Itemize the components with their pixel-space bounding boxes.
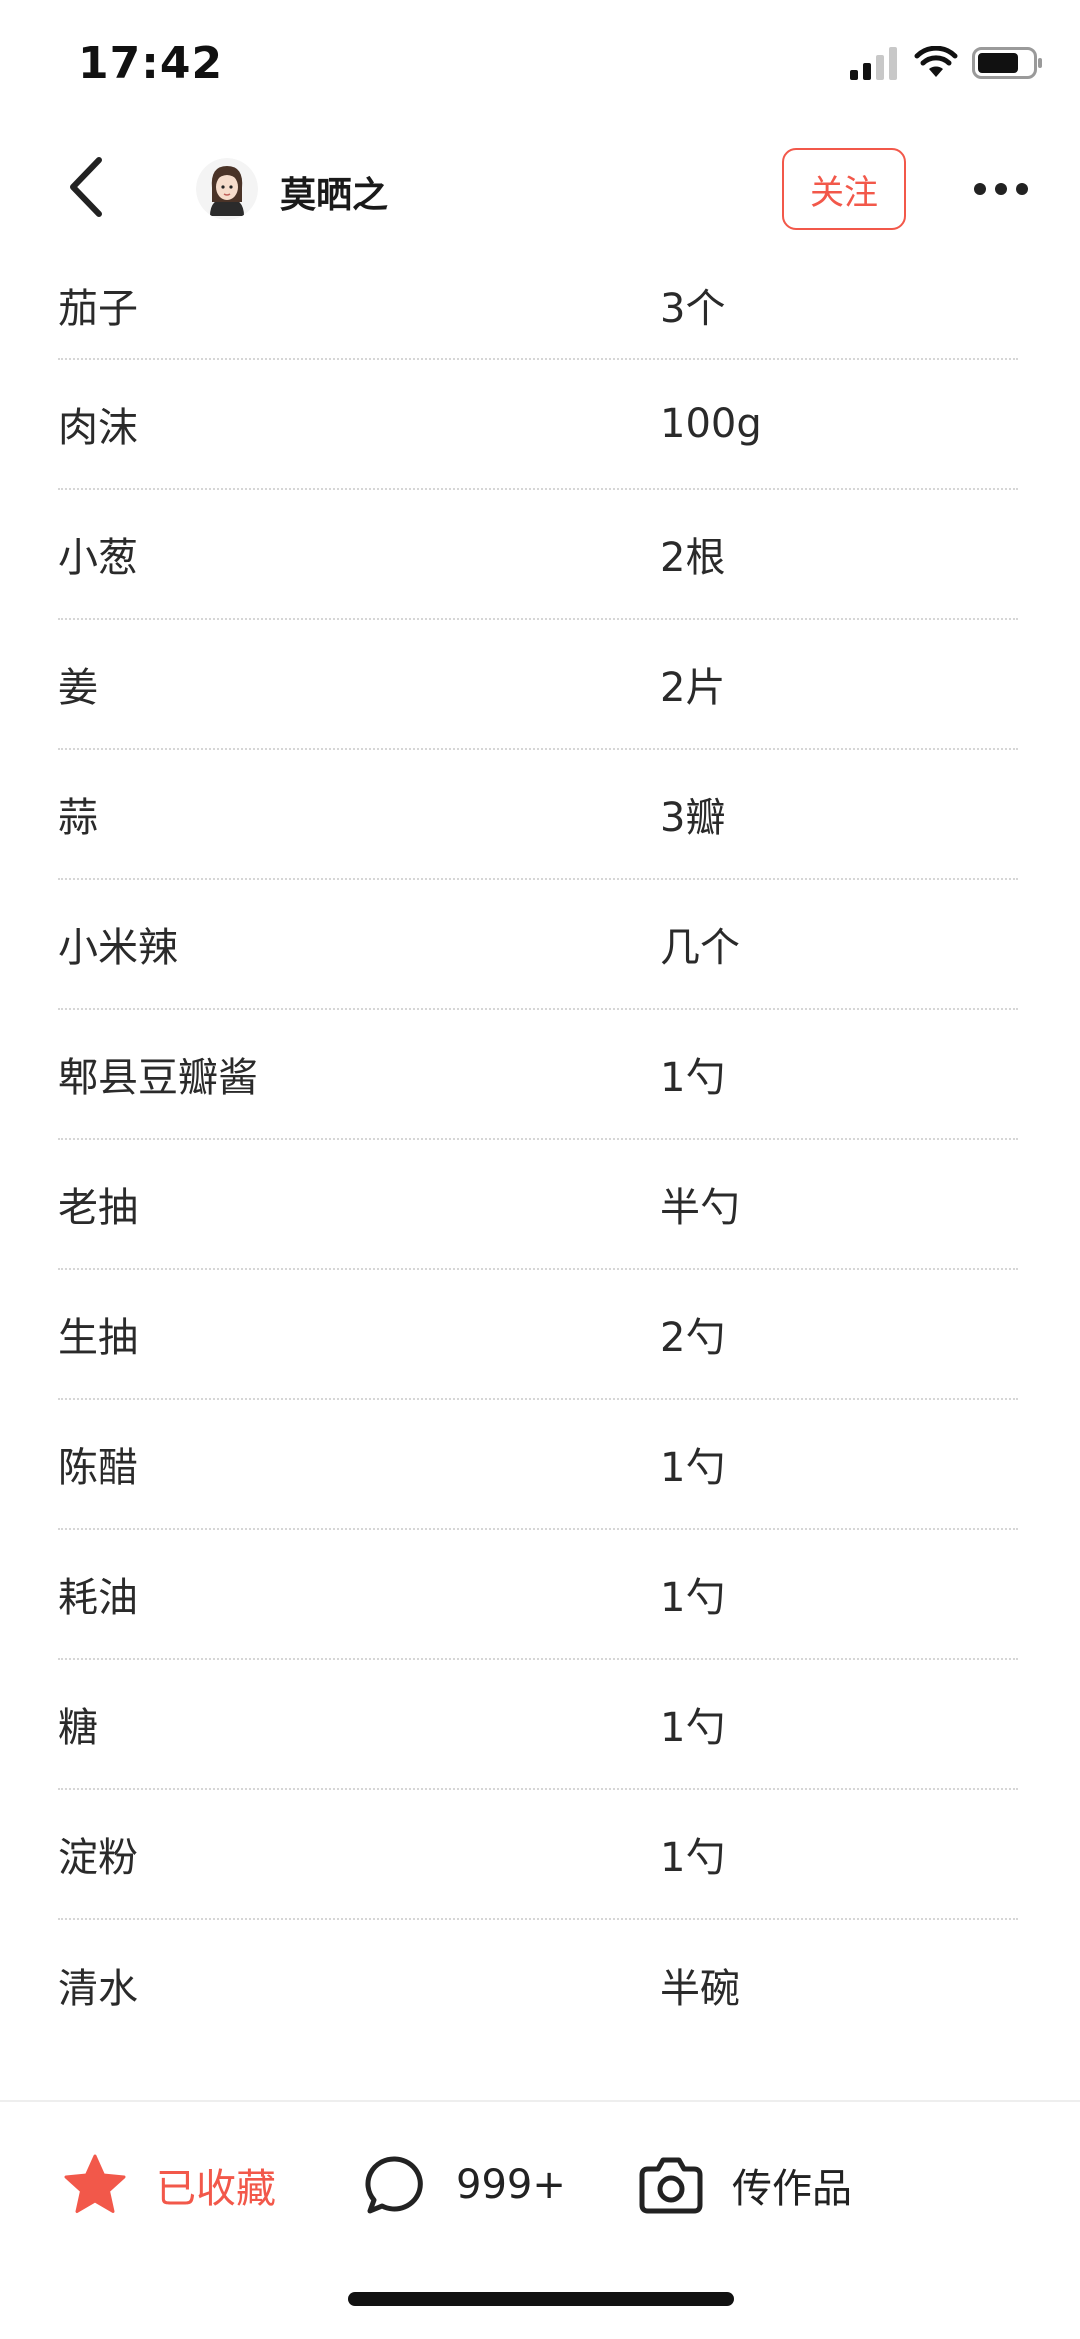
ingredient-name: 陈醋 bbox=[58, 1445, 138, 1491]
ingredient-amount: 1勺 bbox=[660, 1055, 726, 1101]
ingredient-amount: 2片 bbox=[660, 665, 726, 711]
author-name[interactable]: 莫晒之 bbox=[280, 166, 388, 218]
ingredient-name: 姜 bbox=[58, 665, 98, 711]
ingredient-row: 蒜 3瓣 bbox=[58, 750, 1018, 880]
ingredient-amount: 2勺 bbox=[660, 1315, 726, 1361]
ingredient-name: 茄子 bbox=[58, 286, 138, 332]
camera-icon bbox=[636, 2150, 706, 2220]
ingredient-list: 茄子 3个 肉沫 100g 小葱 2根姜 2片蒜 3瓣 小米辣 几个 郫县豆瓣酱 1勺 老抽 半勺 生抽 2勺… bbox=[58, 252, 1018, 2050]
ingredient-row: 肉沫 100g bbox=[58, 360, 1018, 490]
ingredient-name: 淀粉 bbox=[58, 1835, 138, 1881]
ingredient-amount: 1勺 bbox=[660, 1445, 726, 1491]
comment-button[interactable]: 999+ bbox=[360, 2140, 566, 2230]
wifi-icon bbox=[914, 45, 958, 84]
ingredient-name: 郫县豆瓣酱 bbox=[58, 1055, 258, 1101]
signal-icon bbox=[848, 46, 900, 84]
ingredient-row: 淀粉 1勺 bbox=[58, 1790, 1018, 1920]
favorite-button[interactable]: 已收藏 bbox=[60, 2140, 276, 2230]
favorite-label: 已收藏 bbox=[156, 2166, 276, 2212]
ingredient-name: 小米辣 bbox=[58, 925, 178, 971]
comment-bubble-icon bbox=[360, 2150, 430, 2220]
ingredient-amount: 1勺 bbox=[660, 1575, 726, 1621]
status-icons bbox=[848, 45, 1044, 84]
ingredient-amount: 3个 bbox=[660, 286, 726, 332]
battery-icon bbox=[972, 46, 1044, 84]
ingredient-name: 小葱 bbox=[58, 535, 138, 581]
ingredient-amount: 几个 bbox=[660, 925, 740, 971]
upload-work-button[interactable]: 传作品 bbox=[636, 2140, 852, 2230]
ingredient-row: 郫县豆瓣酱 1勺 bbox=[58, 1010, 1018, 1140]
ingredient-name: 糖 bbox=[58, 1705, 98, 1751]
star-icon bbox=[60, 2150, 130, 2220]
ingredient-amount: 1勺 bbox=[660, 1835, 726, 1881]
ingredient-row: 清水 半碗 bbox=[58, 1920, 1018, 2050]
follow-button[interactable]: 关注 bbox=[782, 148, 906, 230]
ingredient-row: 小葱 2根 bbox=[58, 490, 1018, 620]
ingredient-row: 老抽 半勺 bbox=[58, 1140, 1018, 1270]
back-button[interactable] bbox=[50, 154, 120, 224]
status-bar: 17:42 bbox=[0, 0, 1080, 130]
ingredient-row: 陈醋 1勺 bbox=[58, 1400, 1018, 1530]
home-indicator bbox=[348, 2292, 734, 2306]
ingredient-name: 耗油 bbox=[58, 1575, 138, 1621]
ingredient-row: 茄子 3个 bbox=[58, 252, 1018, 360]
more-button[interactable] bbox=[966, 160, 1036, 220]
ingredient-name: 老抽 bbox=[58, 1185, 138, 1231]
ingredient-row: 糖 1勺 bbox=[58, 1660, 1018, 1790]
ingredient-amount: 3瓣 bbox=[660, 795, 726, 841]
status-time: 17:42 bbox=[78, 38, 224, 89]
ingredient-amount: 2根 bbox=[660, 535, 726, 581]
ingredient-name: 生抽 bbox=[58, 1315, 138, 1361]
ingredient-row: 小米辣 几个 bbox=[58, 880, 1018, 1010]
ingredient-row: 耗油 1勺 bbox=[58, 1530, 1018, 1660]
avatar[interactable] bbox=[196, 158, 258, 220]
ingredient-name: 肉沫 bbox=[58, 405, 138, 451]
ingredient-amount: 半勺 bbox=[660, 1185, 740, 1231]
chevron-left-icon bbox=[65, 156, 105, 222]
ingredient-amount: 100g bbox=[660, 401, 762, 447]
ingredient-name: 蒜 bbox=[58, 795, 98, 841]
ingredient-amount: 1勺 bbox=[660, 1705, 726, 1751]
ingredient-row: 生抽 2勺 bbox=[58, 1270, 1018, 1400]
recipe-header: 莫晒之 关注 bbox=[0, 130, 1080, 250]
ingredient-name: 清水 bbox=[58, 1966, 138, 2012]
more-dots-icon bbox=[973, 181, 1029, 200]
comment-count: 999+ bbox=[456, 2162, 566, 2208]
ingredient-row: 姜 2片 bbox=[58, 620, 1018, 750]
upload-label: 传作品 bbox=[732, 2166, 852, 2212]
ingredient-amount: 半碗 bbox=[660, 1966, 740, 2012]
